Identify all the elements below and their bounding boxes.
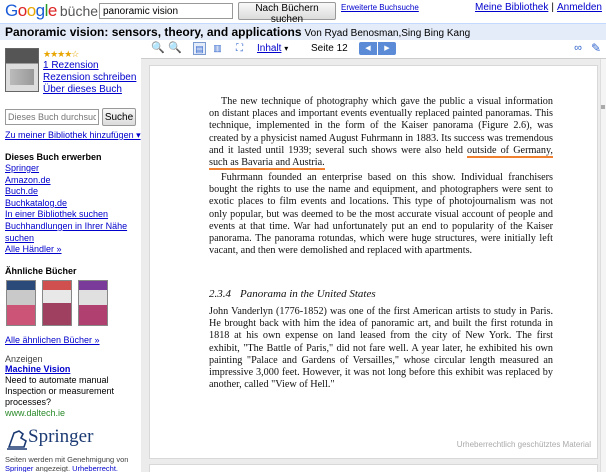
feedback-icon[interactable]: ✎ — [591, 41, 601, 55]
next-page-preview — [149, 464, 598, 472]
book-page: The new technique of photography which g… — [149, 65, 598, 459]
similar-books-heading: Ähnliche Bücher — [5, 266, 77, 276]
page-number: Seite 12 — [311, 43, 348, 54]
book-authors: Von Ryad Benosman,Sing Bing Kang — [304, 28, 471, 39]
two-page-view-icon[interactable]: ▥ — [211, 42, 224, 55]
write-review-link[interactable]: Rezension schreiben — [43, 72, 136, 83]
sign-in-link[interactable]: Anmelden — [557, 2, 602, 13]
account-links: Meine Bibliothek | Anmelden — [475, 2, 602, 13]
rating-stars: ★★★★☆ — [43, 49, 79, 59]
logo-subtitle: bücher — [59, 3, 103, 19]
google-books-logo[interactable]: Google bücher — [5, 1, 103, 21]
top-bar: Googlebücher Nach Büchern suchen Erweite… — [0, 0, 606, 25]
ad-title-link[interactable]: Machine Vision — [5, 364, 70, 374]
section-title: Panorama in the United States — [240, 288, 376, 300]
previous-page-button[interactable]: ◀ — [359, 42, 377, 55]
book-search-input[interactable] — [99, 3, 233, 19]
zoom-out-icon[interactable]: 🔍 — [151, 42, 165, 55]
section-number: 2.3.4 — [209, 288, 231, 300]
page-paragraph: The new technique of photography which g… — [209, 96, 553, 171]
publisher-note-text: angezeigt. — [33, 464, 73, 472]
book-title-bar: Panoramic vision: sensors, theory, and a… — [0, 23, 606, 40]
buy-link-buchkatalog[interactable]: Buchkatalog.de — [5, 198, 139, 210]
my-library-link[interactable]: Meine Bibliothek — [475, 2, 548, 13]
find-nearby-bookstores-link[interactable]: Buchhandlungen in Ihrer Nähe suchen — [5, 221, 139, 244]
buy-link-springer[interactable]: Springer — [5, 163, 139, 175]
publisher-note-link[interactable]: Springer — [5, 464, 33, 472]
page-paragraph: Fuhrmann founded an enterprise based on … — [209, 172, 553, 257]
contents-label[interactable]: Inhalt — [257, 43, 281, 54]
sidebar: ★★★★☆ 1 Rezension Rezension schreiben Üb… — [0, 40, 141, 472]
viewer-toolbar: 🔍 🔍 ▤ ▥ ⛶ Inhalt ▾ Seite 12 ◀ ▶ ∞ ✎ — [141, 40, 606, 58]
scrollbar-thumb[interactable] — [601, 105, 605, 109]
contents-dropdown[interactable]: Inhalt ▾ — [257, 43, 288, 54]
copyright-watermark: Urheberrechtlich geschütztes Material — [456, 440, 591, 449]
viewer-scrollbar[interactable] — [600, 59, 606, 472]
publisher-permission-note: Seiten werden mit Genehmigung von Spring… — [5, 455, 139, 472]
ad-text: Need to automate manual Inspection or me… — [5, 375, 115, 407]
all-sellers-link[interactable]: Alle Händler » — [5, 244, 139, 256]
fullscreen-icon[interactable]: ⛶ — [233, 42, 246, 55]
publisher-name[interactable]: Springer — [28, 426, 93, 448]
about-book-link[interactable]: Über dieses Buch — [43, 84, 122, 95]
buy-links-list: Springer Amazon.de Buch.de Buchkatalog.d… — [5, 163, 139, 256]
review-count-link[interactable]: 1 Rezension — [43, 60, 99, 71]
link-separator: | — [551, 2, 554, 13]
copyright-link[interactable]: Urheberrecht. — [72, 464, 118, 472]
book-title: Panoramic vision: sensors, theory, and a… — [5, 25, 470, 39]
search-books-button[interactable]: Nach Büchern suchen — [238, 2, 336, 25]
next-page-button[interactable]: ▶ — [378, 42, 396, 55]
search-in-book-button[interactable]: Suche — [102, 108, 136, 126]
ads-label: Anzeigen — [5, 354, 43, 364]
zoom-in-icon[interactable]: 🔍 — [168, 42, 182, 55]
single-page-view-icon[interactable]: ▤ — [193, 42, 206, 55]
similar-book-cover[interactable] — [78, 280, 108, 326]
buy-book-heading: Dieses Buch erwerben — [5, 152, 102, 162]
ad-url[interactable]: www.daltech.ie — [5, 408, 65, 418]
book-cover-thumbnail[interactable] — [5, 48, 39, 92]
book-title-text: Panoramic vision: sensors, theory, and a… — [5, 25, 302, 39]
publisher-note-text: Seiten werden mit Genehmigung von — [5, 455, 129, 464]
similar-book-cover[interactable] — [6, 280, 36, 326]
advanced-search-link[interactable]: Erweiterte Buchsuche — [341, 3, 419, 12]
page-paragraph: John Vanderlyn (1776-1852) was one of th… — [209, 306, 553, 391]
add-to-library-link[interactable]: Zu meiner Bibliothek hinzufügen ▾ — [5, 130, 141, 141]
chevron-down-icon[interactable]: ▾ — [284, 44, 288, 53]
search-in-book-input[interactable] — [5, 109, 99, 125]
all-similar-books-link[interactable]: Alle ähnlichen Bücher » — [5, 335, 100, 345]
book-viewer[interactable]: The new technique of photography which g… — [141, 58, 606, 472]
buy-link-buch-de[interactable]: Buch.de — [5, 186, 139, 198]
find-in-library-link[interactable]: In einer Bibliothek suchen — [5, 209, 139, 221]
section-heading: 2.3.4 Panorama in the United States — [209, 288, 376, 300]
similar-book-cover[interactable] — [42, 280, 72, 326]
link-icon[interactable]: ∞ — [574, 42, 582, 54]
buy-link-amazon[interactable]: Amazon.de — [5, 175, 139, 187]
